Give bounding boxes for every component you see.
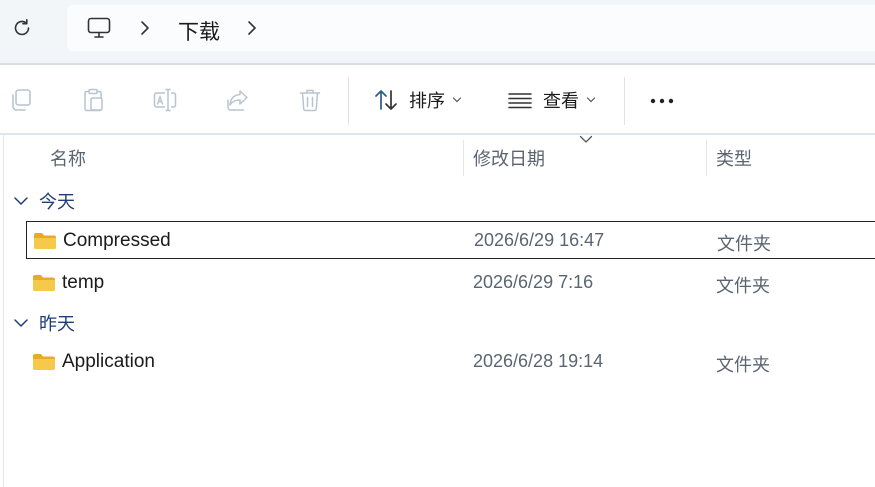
column-divider[interactable] [463, 140, 464, 176]
list-item[interactable]: temp 2026/6/29 7:16 文件夹 [26, 264, 875, 302]
file-list: 名称 修改日期 类型 今天 Compressed 2026/6/29 16:47… [0, 135, 875, 487]
sort-button[interactable]: 排序 [373, 85, 462, 115]
paste-icon[interactable] [80, 87, 106, 113]
chevron-down-icon [586, 97, 596, 103]
item-date: 2026/6/29 7:16 [473, 272, 594, 292]
toolbar-divider [624, 77, 625, 125]
sort-icon [375, 90, 397, 110]
group-header-today[interactable]: 今天 [13, 188, 75, 214]
share-icon[interactable] [225, 87, 251, 113]
item-name: Compressed [63, 230, 171, 251]
column-header-type[interactable]: 类型 [716, 145, 752, 171]
item-name: temp [62, 272, 105, 293]
item-date: 2026/6/29 16:47 [474, 230, 605, 250]
refresh-icon [14, 19, 30, 36]
item-type: 文件夹 [716, 355, 770, 375]
item-name: Application [62, 351, 155, 372]
address-bar-row: 下载 [0, 0, 875, 63]
folder-icon [34, 233, 56, 249]
group-header-yesterday[interactable]: 昨天 [13, 310, 75, 336]
this-pc-icon[interactable] [86, 16, 112, 40]
view-button[interactable]: 查看 [507, 85, 596, 115]
folder-icon [33, 354, 55, 370]
pane-edge [3, 135, 4, 487]
command-bar: 排序 查看 [0, 65, 875, 133]
list-item[interactable]: Application 2026/6/28 19:14 文件夹 [26, 343, 875, 381]
breadcrumb-downloads[interactable]: 下载 [178, 16, 220, 46]
chevron-right-icon[interactable] [139, 19, 151, 37]
refresh-button[interactable] [9, 15, 35, 41]
item-date: 2026/6/28 19:14 [473, 351, 604, 371]
chevron-down-icon [452, 97, 462, 103]
group-label: 昨天 [39, 314, 75, 334]
sort-indicator-icon [579, 135, 593, 143]
item-type: 文件夹 [716, 276, 770, 296]
folder-icon [33, 275, 55, 291]
rename-icon[interactable] [152, 87, 178, 113]
chevron-down-icon [14, 319, 28, 328]
column-divider[interactable] [706, 140, 707, 176]
column-header-name[interactable]: 名称 [50, 145, 86, 171]
view-icon [508, 93, 532, 109]
item-type: 文件夹 [717, 234, 771, 254]
more-icon[interactable] [649, 87, 675, 113]
sort-label: 排序 [409, 91, 445, 111]
toolbar-divider [348, 77, 349, 125]
view-label: 查看 [543, 91, 579, 111]
chevron-down-icon [14, 197, 28, 206]
chevron-right-icon[interactable] [246, 19, 258, 37]
delete-icon[interactable] [297, 87, 323, 113]
group-label: 今天 [39, 192, 75, 212]
list-item[interactable]: Compressed 2026/6/29 16:47 文件夹 [26, 221, 875, 259]
column-header-date[interactable]: 修改日期 [473, 145, 545, 171]
copy-icon[interactable] [8, 87, 34, 113]
